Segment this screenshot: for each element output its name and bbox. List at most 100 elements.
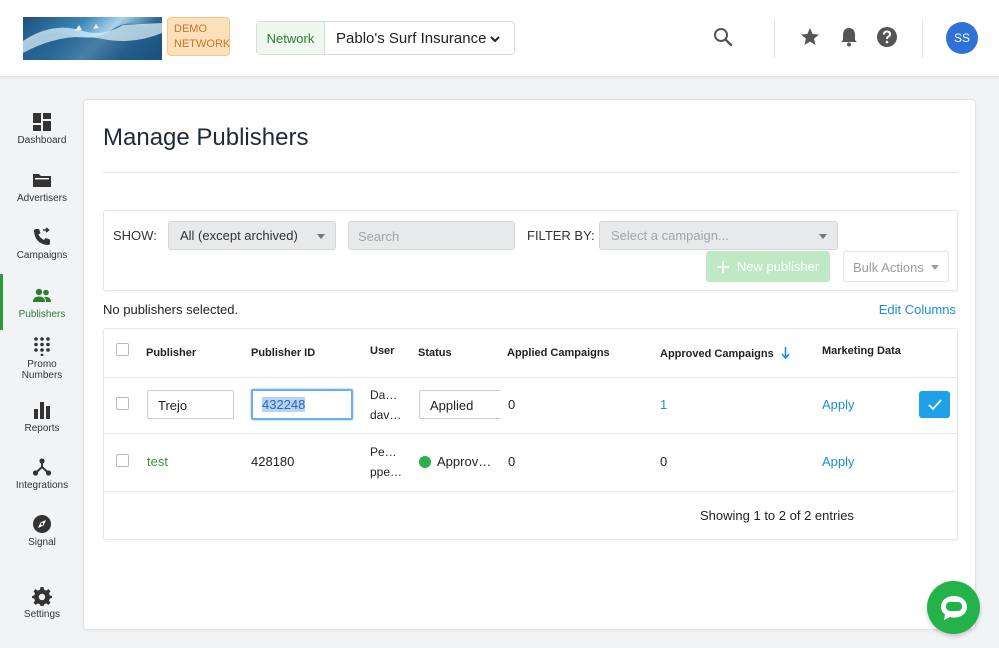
campaign-dropdown[interactable]: Select a campaign... xyxy=(599,221,838,250)
status-select[interactable]: Applied xyxy=(419,390,501,419)
sidebar-item-advertisers[interactable]: Advertisers xyxy=(0,170,84,204)
network-value: Pablo's Surf Insurance xyxy=(336,29,487,47)
caret-down-icon xyxy=(819,234,827,239)
header-divider xyxy=(774,20,775,58)
bulk-actions-button[interactable]: Bulk Actions xyxy=(843,251,949,282)
column-header-marketing-data[interactable]: Marketing Data xyxy=(822,345,901,357)
star-icon[interactable] xyxy=(799,26,821,48)
main-card: Manage Publishers SHOW: All (except arch… xyxy=(83,99,976,630)
search-placeholder: Search xyxy=(358,229,400,244)
campaign-placeholder: Select a campaign... xyxy=(611,228,729,243)
sidebar-item-label: Campaigns xyxy=(16,250,68,261)
sidebar-item-dashboard[interactable]: Dashboard xyxy=(0,112,84,146)
sidebar-item-settings[interactable]: Settings xyxy=(0,586,84,620)
divider xyxy=(104,377,957,378)
user-cell: Pe… ppe… xyxy=(370,442,402,482)
call-forward-icon xyxy=(34,227,50,245)
sidebar-item-label: Signal xyxy=(28,537,56,548)
surf-logo[interactable] xyxy=(23,17,162,60)
user-avatar[interactable]: SS xyxy=(946,22,978,54)
bulk-actions-label: Bulk Actions xyxy=(853,260,924,275)
new-publisher-button[interactable]: New publisher xyxy=(706,251,830,282)
publishers-table: Publisher Publisher ID User Status Appli… xyxy=(103,328,958,540)
plus-icon xyxy=(716,260,729,273)
show-dropdown[interactable]: All (except archived) xyxy=(168,221,336,250)
sidebar-item-signal[interactable]: Signal xyxy=(0,514,84,548)
column-header-approved-campaigns[interactable]: Approved Campaigns xyxy=(660,347,790,360)
network-label: Network xyxy=(257,22,325,54)
divider xyxy=(104,433,957,434)
sidebar-item-publishers[interactable]: Publishers xyxy=(0,274,84,330)
sidebar-item-label: Advertisers xyxy=(16,193,67,204)
chat-bubble-icon xyxy=(940,595,967,620)
demo-network-badge: DEMO NETWORK xyxy=(167,17,230,56)
divider xyxy=(103,172,958,173)
user-cell: Da… dav… xyxy=(370,385,401,425)
marketing-apply-link[interactable]: Apply xyxy=(822,454,855,469)
caret-down-icon xyxy=(317,234,325,239)
bar-chart-icon xyxy=(34,402,50,419)
publisher-name-input[interactable]: Trejo xyxy=(147,390,234,419)
network-selector[interactable]: Network Pablo's Surf Insurance xyxy=(256,21,515,55)
dashboard-icon xyxy=(33,113,51,131)
column-header-status[interactable]: Status xyxy=(418,347,452,359)
publisher-name-value: Trejo xyxy=(158,398,188,413)
save-row-button[interactable] xyxy=(919,391,950,418)
page-title: Manage Publishers xyxy=(103,124,309,151)
select-all-checkbox[interactable] xyxy=(116,343,129,356)
new-publisher-label: New publisher xyxy=(736,259,820,274)
folder-icon xyxy=(33,174,51,187)
demo-badge-line2: NETWORK xyxy=(174,38,231,50)
column-header-label: Approved Campaigns xyxy=(660,348,774,360)
marketing-apply-link[interactable]: Apply xyxy=(822,397,855,412)
row-checkbox[interactable] xyxy=(116,454,129,467)
sidebar-item-label: Numbers xyxy=(21,370,63,381)
caret-down-icon xyxy=(931,265,939,270)
bell-icon[interactable] xyxy=(838,26,860,48)
approved-campaigns-link[interactable]: 1 xyxy=(660,397,667,412)
status-cell: Approv… xyxy=(419,454,491,469)
header-divider xyxy=(922,20,923,58)
publisher-id-value: 432248 xyxy=(262,397,306,412)
sidebar-item-reports[interactable]: Reports xyxy=(0,400,84,434)
filter-by-label: FILTER BY: xyxy=(527,228,595,243)
show-label: SHOW: xyxy=(113,228,157,243)
applied-campaigns-value: 0 xyxy=(508,397,516,412)
pagination-info: Showing 1 to 2 of 2 entries xyxy=(700,508,854,523)
sidebar-item-label: Promo xyxy=(27,359,57,370)
chat-button[interactable] xyxy=(927,581,980,634)
sidebar-item-campaigns[interactable]: Campaigns xyxy=(0,227,84,261)
network-dropdown[interactable]: Pablo's Surf Insurance xyxy=(325,22,514,54)
status-value: Approv… xyxy=(437,454,492,469)
sidebar-item-label: Publishers xyxy=(18,309,66,320)
publisher-name-link[interactable]: test xyxy=(147,454,168,469)
user-email: ppe… xyxy=(370,465,403,479)
sidebar-item-label: Dashboard xyxy=(17,135,67,146)
top-bar: DEMO NETWORK Network Pablo's Surf Insura… xyxy=(0,0,999,77)
column-header-publisher-id[interactable]: Publisher ID xyxy=(251,347,315,359)
status-approved-dot-icon xyxy=(419,456,431,468)
sidebar-item-label: Settings xyxy=(23,609,61,620)
dialpad-icon xyxy=(34,337,50,356)
user-name: Da… xyxy=(370,388,398,402)
status-value: Applied xyxy=(430,398,474,413)
sidebar-item-integrations[interactable]: Integrations xyxy=(0,457,84,491)
sidebar-item-label: Reports xyxy=(24,423,60,434)
applied-campaigns-value: 0 xyxy=(508,454,516,469)
edit-columns-link[interactable]: Edit Columns xyxy=(879,302,956,317)
help-icon[interactable] xyxy=(876,26,898,48)
column-header-user[interactable]: User xyxy=(370,345,394,357)
chevron-down-icon xyxy=(490,36,500,43)
compass-icon xyxy=(33,515,51,533)
search-icon[interactable] xyxy=(712,26,734,48)
column-header-publisher[interactable]: Publisher xyxy=(146,347,196,359)
gear-icon xyxy=(32,587,52,606)
sidebar-item-promo-numbers[interactable]: Promo Numbers xyxy=(0,336,84,381)
checkmark-icon xyxy=(927,398,942,410)
row-checkbox[interactable] xyxy=(116,397,129,410)
column-header-applied-campaigns[interactable]: Applied Campaigns xyxy=(507,347,610,359)
user-name: Pe… xyxy=(370,445,397,459)
publisher-id-input[interactable]: 432248 xyxy=(251,389,353,420)
search-input[interactable]: Search xyxy=(348,221,515,250)
sort-down-icon xyxy=(781,347,790,359)
